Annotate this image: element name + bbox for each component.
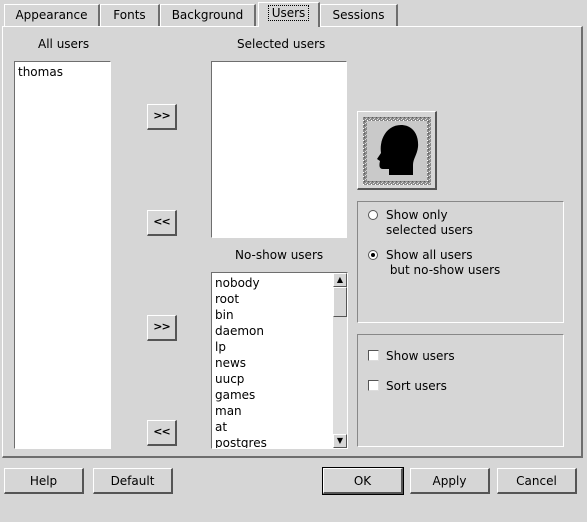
show-users-checkbox[interactable]: [368, 350, 379, 361]
help-button[interactable]: Help: [4, 468, 84, 494]
no-show-users-list[interactable]: nobody root bin daemon lp news uucp game…: [211, 272, 348, 449]
list-item[interactable]: at: [212, 419, 332, 435]
tab-background-label: Background: [171, 8, 244, 22]
tab-appearance[interactable]: Appearance: [4, 4, 100, 26]
list-item[interactable]: games: [212, 387, 332, 403]
radio-show-all-but-noshow-label: Show all users but no-show users: [386, 248, 501, 277]
selected-users-list[interactable]: [211, 61, 347, 238]
list-item[interactable]: uucp: [212, 371, 332, 387]
add-to-selected-button[interactable]: >>: [147, 104, 177, 130]
tab-background[interactable]: Background: [160, 4, 256, 26]
selected-users-heading: Selected users: [237, 37, 326, 51]
sort-users-label: Sort users: [386, 379, 447, 393]
sort-users-checkbox[interactable]: [368, 380, 379, 391]
tab-fonts-label: Fonts: [113, 8, 146, 22]
list-item[interactable]: nobody: [212, 275, 332, 291]
cancel-button[interactable]: Cancel: [497, 468, 577, 494]
all-users-heading: All users: [38, 37, 90, 51]
add-to-noshow-button[interactable]: >>: [147, 315, 177, 341]
radio-show-all-but-noshow[interactable]: [368, 250, 378, 260]
list-item[interactable]: root: [212, 291, 332, 307]
head-silhouette-icon: [363, 117, 431, 185]
list-item[interactable]: lp: [212, 339, 332, 355]
tab-users-label: Users: [267, 5, 310, 21]
tab-sessions-label: Sessions: [332, 8, 385, 22]
tab-fonts[interactable]: Fonts: [100, 4, 160, 26]
ok-button[interactable]: OK: [322, 467, 404, 495]
list-item[interactable]: postgres: [212, 435, 332, 448]
scroll-down-icon[interactable]: ▼: [333, 434, 347, 448]
tab-users[interactable]: Users: [258, 2, 320, 27]
tab-sessions[interactable]: Sessions: [320, 4, 398, 26]
list-item[interactable]: bin: [212, 307, 332, 323]
remove-from-selected-button[interactable]: <<: [147, 210, 177, 236]
scroll-up-icon[interactable]: ▲: [333, 273, 347, 287]
scrollbar-thumb[interactable]: [333, 287, 347, 317]
all-users-list[interactable]: thomas: [14, 61, 111, 449]
radio-show-only-selected-label: Show only selected users: [386, 208, 473, 237]
no-show-users-heading: No-show users: [235, 248, 324, 262]
radio-show-only-selected[interactable]: [368, 210, 378, 220]
remove-from-noshow-button[interactable]: <<: [147, 420, 177, 446]
show-users-label: Show users: [386, 349, 455, 363]
user-face-button[interactable]: [357, 111, 437, 190]
list-item[interactable]: man: [212, 403, 332, 419]
list-item[interactable]: thomas: [15, 62, 110, 80]
list-item[interactable]: daemon: [212, 323, 332, 339]
default-button[interactable]: Default: [93, 468, 173, 494]
apply-button[interactable]: Apply: [410, 468, 490, 494]
list-item[interactable]: news: [212, 355, 332, 371]
no-show-scrollbar[interactable]: ▲ ▼: [333, 273, 347, 448]
tab-appearance-label: Appearance: [15, 8, 88, 22]
